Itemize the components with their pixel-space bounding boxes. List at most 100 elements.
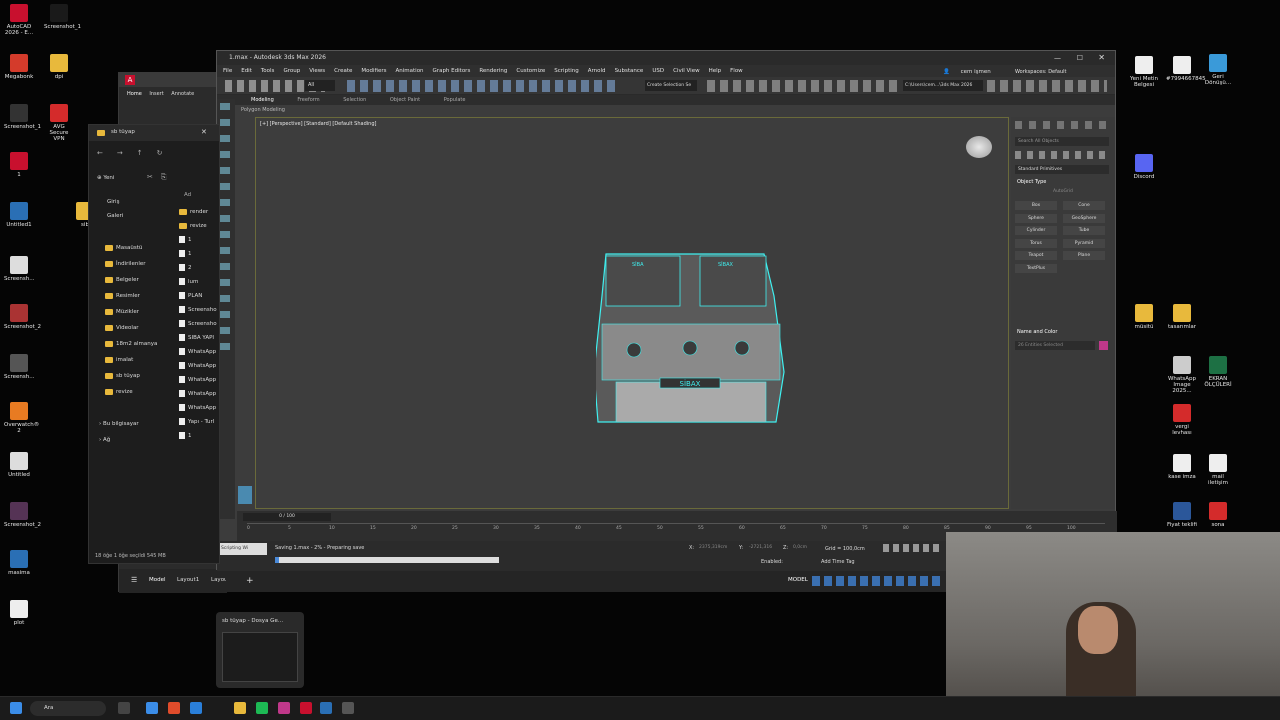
file-row[interactable]: WhatsApp [179,387,219,401]
object-name-field[interactable]: 26 Entities Selected [1015,341,1095,350]
desktop-icon[interactable]: Overwatch® 2 [4,402,39,434]
desktop-icon[interactable]: Discord [1128,154,1160,180]
file-row[interactable]: WhatsApp [179,359,219,373]
taskbar-app-icon[interactable] [256,702,268,714]
file-row[interactable]: Yapı - Turl [179,415,219,429]
taskbar-preview[interactable]: sb tüyap - Dosya Ge... [216,612,304,688]
desktop-icon[interactable]: EKRAN ÖLÇÜLERİ [1202,356,1234,388]
file-row[interactable]: 1 [179,429,219,443]
desktop-icon[interactable]: tasarımlar [1166,304,1198,330]
menu-item[interactable]: Civil View [673,68,699,74]
menu-icon[interactable]: ☰ [131,576,137,584]
autogrid-checkbox[interactable]: AutoGrid [1053,189,1073,194]
desktop-icon[interactable]: Geri Dönüşü... [1202,54,1234,86]
project-tools-icons[interactable] [987,80,1107,92]
booth-model[interactable]: SİBAX SİBA SİBAX [596,246,796,426]
menu-item[interactable]: Help [709,68,722,74]
taskbar-app-icon[interactable] [342,702,354,714]
layout-tab-model[interactable]: Model [149,577,166,583]
quick-access-item[interactable]: Belgeler [105,273,139,287]
autocad-titlebar[interactable]: A [119,73,227,87]
name-column-header[interactable]: Ad [184,192,191,198]
menu-item[interactable]: Customize [516,68,545,74]
menu-item[interactable]: Create [334,68,352,74]
menu-item[interactable]: USD [652,68,664,74]
explorer-nav-buttons[interactable]: ←→↑↻ [97,149,176,157]
y-coordinate[interactable]: -2721,316 [749,545,772,550]
file-explorer-window[interactable]: sb tüyap ✕ ←→↑↻ ⊕ Yeni ✂⎘ Ad Giriş Galeri… [88,124,220,564]
desktop-icon[interactable]: Screenshot_2 [4,502,41,528]
taskbar-app-icon[interactable] [234,702,246,714]
taskbar-app-icon[interactable] [118,702,130,714]
taskbar-app-icon[interactable] [146,702,158,714]
named-selection-set[interactable]: Create Selection Se [645,80,697,91]
menu-item[interactable]: Group [283,68,300,74]
file-row[interactable]: WhatsApp [179,373,219,387]
object-search[interactable]: Search All Objects [1015,137,1109,146]
3dsmax-titlebar[interactable]: 1.max - Autodesk 3ds Max 2026 — ☐ ✕ [217,51,1115,65]
ribbon-tab-populate[interactable]: Populate [444,97,466,103]
menu-item[interactable]: Tools [261,68,275,74]
taskbar-app-icon[interactable] [168,702,180,714]
project-path[interactable]: C:\Users\cem...\3ds Max 2026 [903,80,983,91]
start-icon[interactable] [10,702,22,714]
nav-item[interactable]: Giriş [107,195,119,209]
explorer-close-icon[interactable]: ✕ [201,128,207,136]
desktop-icon[interactable]: Untitled [4,452,34,478]
file-row[interactable]: 2 [179,261,219,275]
scene-explorer-icons[interactable] [220,103,230,353]
workspaces-dropdown[interactable]: Workspaces: Default [1015,66,1066,78]
ribbon-tab-modeling[interactable]: Modeling [251,97,274,103]
acad-tab-home[interactable]: Home [127,91,142,97]
desktop-icon[interactable]: sona [1202,502,1234,528]
taskbar-search[interactable]: Ara [30,701,106,716]
menu-item[interactable]: Edit [241,68,252,74]
primitive-button[interactable]: Teapot [1015,251,1057,260]
menu-item[interactable]: Rendering [479,68,507,74]
primitive-button[interactable]: Cone [1063,201,1105,210]
taskbar-app-icon[interactable] [300,702,312,714]
file-row[interactable]: Screensho [179,317,219,331]
command-panel-tabs[interactable] [1015,121,1109,129]
desktop-icon[interactable]: kase imza [1166,454,1198,480]
menu-item[interactable]: Views [309,68,325,74]
primitive-button[interactable]: Plane [1063,251,1105,260]
playback-controls-icons[interactable] [883,544,939,552]
maximize-icon[interactable]: ☐ [1077,51,1083,65]
primitive-type-dropdown[interactable]: Standard Primitives [1015,165,1109,174]
desktop-icon[interactable]: 1 [4,152,34,178]
desktop-icon[interactable]: Untitled1 [4,202,34,228]
file-row[interactable]: revize [179,219,219,233]
desktop-icon[interactable]: plot [4,600,34,626]
acad-tab-annotate[interactable]: Annotate [171,91,194,97]
quick-access-item[interactable]: Videolar [105,321,139,335]
status-toggle-icons[interactable] [812,576,942,586]
menu-item[interactable]: Scripting [554,68,578,74]
nav-item[interactable]: Galeri [107,209,123,223]
primitive-button[interactable]: Box [1015,201,1057,210]
add-layout-icon[interactable]: + [246,576,254,586]
model-space-label[interactable]: MODEL [788,577,808,583]
file-row[interactable]: render [179,205,219,219]
desktop-icon[interactable]: dpi [44,54,74,80]
ribbon-tab-freeform[interactable]: Freeform [297,97,319,103]
desktop-icon[interactable]: Screenshot_1 [4,104,41,130]
primitive-button[interactable]: GeoSphere [1063,213,1105,223]
time-slider[interactable]: 0 / 100 [243,513,331,521]
quick-access-item[interactable]: Masaüstü [105,241,142,255]
menu-item[interactable]: Animation [396,68,424,74]
3dsmax-window[interactable]: 1.max - Autodesk 3ds Max 2026 — ☐ ✕ File… [216,50,1117,571]
desktop-icon[interactable]: masima [4,550,34,576]
z-coordinate[interactable]: 0,0cm [793,545,807,550]
file-row[interactable]: Screensho [179,303,219,317]
add-time-tag[interactable]: Add Time Tag [821,559,855,565]
desktop-icon[interactable]: #7994667845 [1166,56,1206,82]
primitive-button[interactable]: Tube [1063,226,1105,235]
desktop-icon[interactable]: Screensh... [4,354,35,380]
menu-item[interactable]: Arnold [588,68,606,74]
menu-item[interactable]: Substance [615,68,644,74]
explorer-toolbar-icons[interactable]: ✂⎘ [147,173,174,182]
quick-access-item[interactable]: imalat [105,353,133,367]
file-row[interactable]: WhatsApp [179,401,219,415]
menu-item[interactable]: File [223,68,232,74]
